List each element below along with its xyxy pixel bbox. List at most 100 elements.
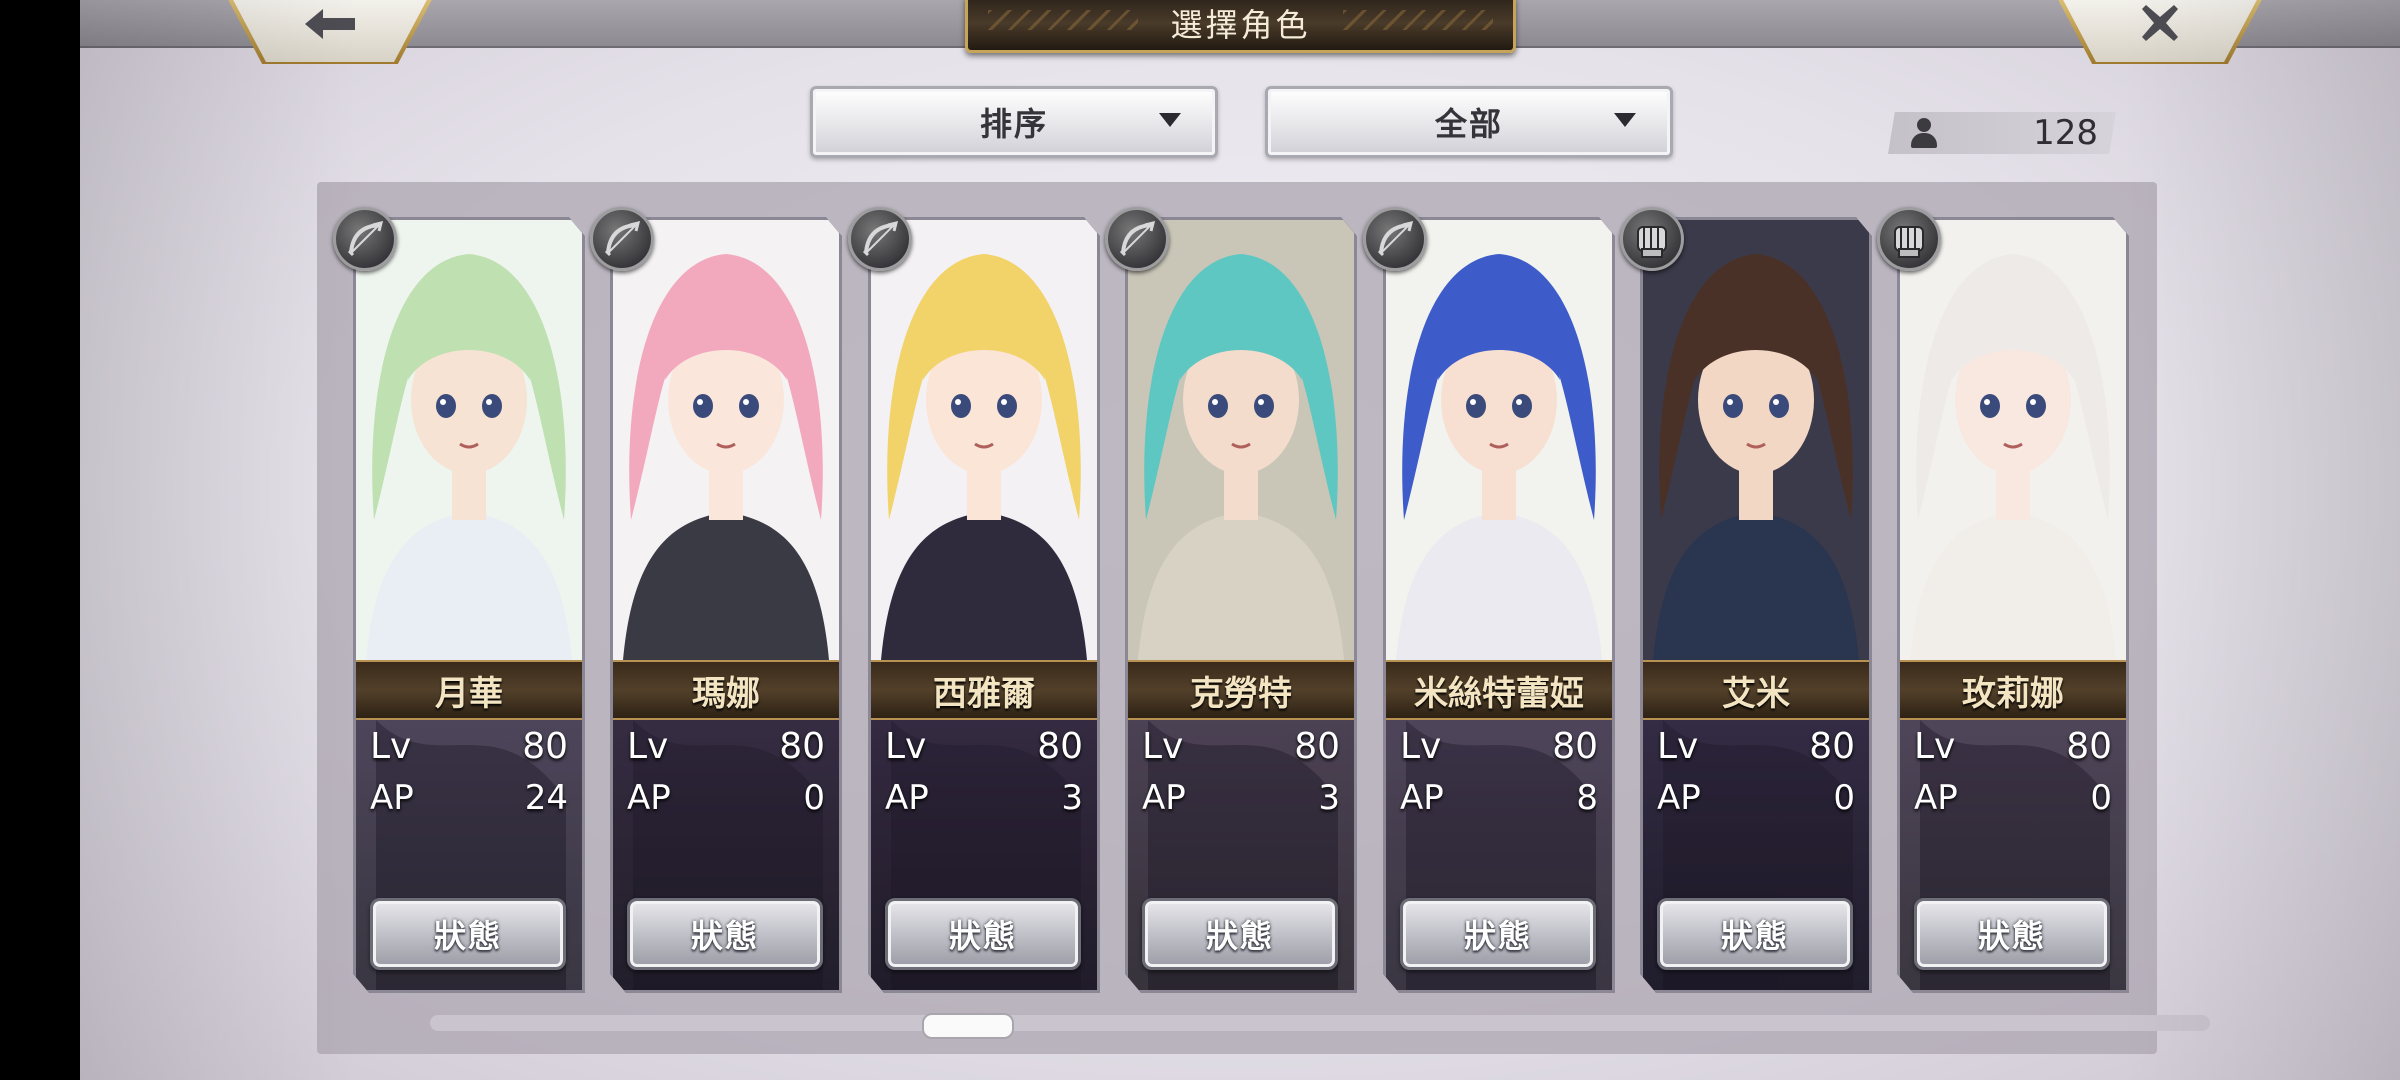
ap-label: AP <box>1914 778 1958 818</box>
character-card[interactable]: 玫莉娜 Lv 80 AP 0 狀態 <box>1897 217 2129 993</box>
ap-row: AP 3 <box>885 778 1083 822</box>
character-name-plate: 西雅爾 <box>871 660 1097 720</box>
fist-class-icon <box>1620 207 1684 271</box>
status-button[interactable]: 狀態 <box>1400 898 1596 970</box>
level-value: 80 <box>779 726 825 767</box>
character-name: 瑪娜 <box>692 673 760 714</box>
horizontal-scrollbar-thumb[interactable] <box>922 1013 1014 1039</box>
character-portrait <box>1900 220 2126 660</box>
chevron-down-icon <box>1614 113 1636 127</box>
character-card[interactable]: 月華 Lv 80 AP 24 狀態 <box>353 217 585 993</box>
status-button-label: 狀態 <box>433 917 502 955</box>
bow-class-icon <box>333 207 397 271</box>
title-ornament-right <box>1343 10 1493 30</box>
level-label: Lv <box>1142 726 1184 767</box>
filter-dropdown-label: 全部 <box>1434 105 1503 143</box>
title-ornament-left <box>988 10 1138 30</box>
level-row: Lv 80 <box>1142 726 1340 770</box>
bow-class-icon <box>1363 207 1427 271</box>
level-label: Lv <box>1657 726 1699 767</box>
character-name: 米絲特蕾婭 <box>1414 673 1584 714</box>
character-name-plate: 月華 <box>356 660 582 720</box>
bow-class-icon <box>848 207 912 271</box>
sort-dropdown[interactable]: 排序 <box>810 86 1218 158</box>
level-row: Lv 80 <box>1914 726 2112 770</box>
ap-row: AP 0 <box>1914 778 2112 822</box>
status-button-label: 狀態 <box>948 917 1017 955</box>
character-card[interactable]: 米絲特蕾婭 Lv 80 AP 8 狀態 <box>1383 217 1615 993</box>
level-row: Lv 80 <box>370 726 568 770</box>
character-name-plate: 瑪娜 <box>613 660 839 720</box>
character-card[interactable]: 瑪娜 Lv 80 AP 0 狀態 <box>610 217 842 993</box>
level-label: Lv <box>885 726 927 767</box>
character-name-plate: 克勞特 <box>1128 660 1354 720</box>
ap-value: 3 <box>1318 778 1340 818</box>
back-button[interactable] <box>224 0 436 64</box>
character-name-plate: 艾米 <box>1643 660 1869 720</box>
character-name-plate: 米絲特蕾婭 <box>1386 660 1612 720</box>
level-label: Lv <box>370 726 412 767</box>
close-icon <box>2140 3 2180 53</box>
ap-row: AP 0 <box>1657 778 1855 822</box>
status-button[interactable]: 狀態 <box>885 898 1081 970</box>
status-button-label: 狀態 <box>1205 917 1274 955</box>
ap-label: AP <box>1657 778 1701 818</box>
character-card[interactable]: 艾米 Lv 80 AP 0 狀態 <box>1640 217 1872 993</box>
status-button[interactable]: 狀態 <box>1142 898 1338 970</box>
ap-value: 0 <box>1833 778 1855 818</box>
ap-row: AP 3 <box>1142 778 1340 822</box>
game-screen: 選擇角色 排序 全部 128 月華 Lv 80 AP 24 狀態 瑪娜 Lv 80 AP 0 狀態 西雅… <box>80 0 2400 1080</box>
character-portrait <box>1128 220 1354 660</box>
page-title: 選擇角色 <box>1170 6 1311 44</box>
level-label: Lv <box>627 726 669 767</box>
character-portrait <box>1643 220 1869 660</box>
status-button-label: 狀態 <box>1463 917 1532 955</box>
ap-label: AP <box>627 778 671 818</box>
chevron-down-icon <box>1159 113 1181 127</box>
level-value: 80 <box>522 726 568 767</box>
ap-row: AP 8 <box>1400 778 1598 822</box>
character-count: 128 <box>2033 113 2098 153</box>
fist-class-icon <box>1877 207 1941 271</box>
person-icon <box>1910 118 1938 148</box>
level-row: Lv 80 <box>885 726 1083 770</box>
bow-class-icon <box>1105 207 1169 271</box>
title-plate: 選擇角色 <box>965 0 1516 53</box>
close-button[interactable] <box>2054 0 2266 64</box>
status-button[interactable]: 狀態 <box>1914 898 2110 970</box>
character-card[interactable]: 西雅爾 Lv 80 AP 3 狀態 <box>868 217 1100 993</box>
character-card[interactable]: 克勞特 Lv 80 AP 3 狀態 <box>1125 217 1357 993</box>
ap-label: AP <box>1400 778 1444 818</box>
level-value: 80 <box>1809 726 1855 767</box>
status-button-label: 狀態 <box>690 917 759 955</box>
level-row: Lv 80 <box>627 726 825 770</box>
character-name: 艾米 <box>1722 673 1790 714</box>
ap-value: 0 <box>803 778 825 818</box>
ap-value: 3 <box>1061 778 1083 818</box>
level-value: 80 <box>1294 726 1340 767</box>
character-name: 西雅爾 <box>933 673 1035 714</box>
level-label: Lv <box>1914 726 1956 767</box>
horizontal-scrollbar-track[interactable] <box>430 1015 2210 1031</box>
ap-row: AP 0 <box>627 778 825 822</box>
ap-label: AP <box>885 778 929 818</box>
character-name: 月華 <box>435 673 503 714</box>
character-portrait <box>1386 220 1612 660</box>
level-row: Lv 80 <box>1400 726 1598 770</box>
ap-row: AP 24 <box>370 778 568 822</box>
ap-value: 24 <box>524 778 568 818</box>
character-portrait <box>356 220 582 660</box>
level-value: 80 <box>1552 726 1598 767</box>
arrow-left-icon <box>303 5 357 51</box>
level-row: Lv 80 <box>1657 726 1855 770</box>
status-button[interactable]: 狀態 <box>370 898 566 970</box>
status-button-label: 狀態 <box>1720 917 1789 955</box>
character-name-plate: 玫莉娜 <box>1900 660 2126 720</box>
status-button[interactable]: 狀態 <box>1657 898 1853 970</box>
filter-dropdown[interactable]: 全部 <box>1265 86 1673 158</box>
character-name: 玫莉娜 <box>1962 673 2064 714</box>
character-portrait <box>871 220 1097 660</box>
character-portrait <box>613 220 839 660</box>
level-value: 80 <box>2066 726 2112 767</box>
status-button[interactable]: 狀態 <box>627 898 823 970</box>
